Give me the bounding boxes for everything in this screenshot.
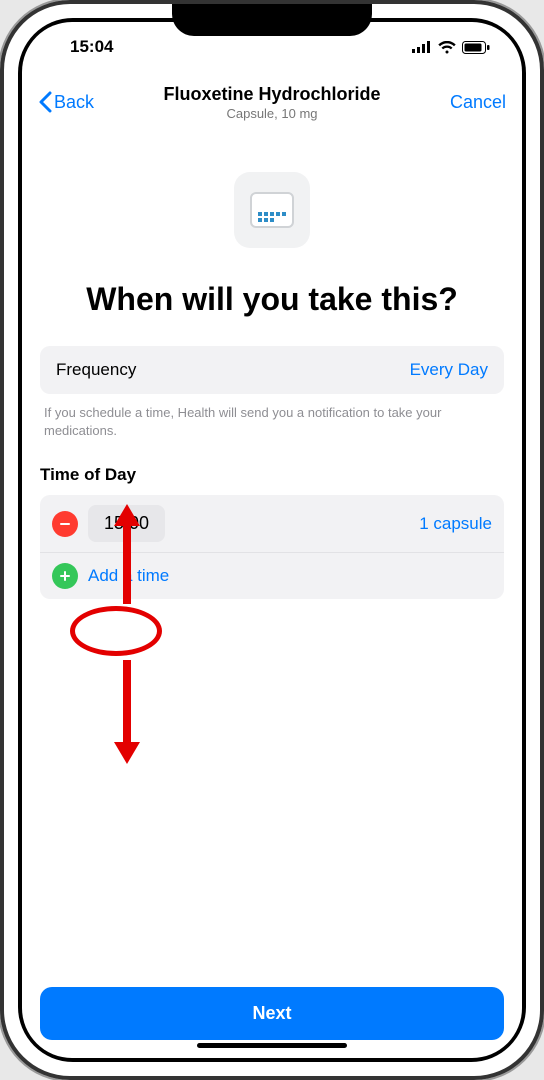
time-row: 15:00 1 capsule xyxy=(40,495,504,552)
home-indicator[interactable] xyxy=(197,1043,347,1048)
page-subtitle: Capsule, 10 mg xyxy=(94,106,450,121)
prompt-heading: When will you take this? xyxy=(40,280,504,318)
device-bezel: 15:04 Back xyxy=(18,18,526,1062)
navigation-bar: Back Fluoxetine Hydrochloride Capsule, 1… xyxy=(22,72,522,132)
minus-icon xyxy=(58,517,72,531)
cellular-signal-icon xyxy=(412,41,432,53)
status-right xyxy=(412,41,490,54)
plus-icon xyxy=(58,569,72,583)
frequency-row[interactable]: Frequency Every Day xyxy=(40,346,504,394)
hero-icon-wrap xyxy=(40,172,504,248)
back-label: Back xyxy=(54,92,94,113)
frequency-label: Frequency xyxy=(56,360,136,380)
nav-title-block: Fluoxetine Hydrochloride Capsule, 10 mg xyxy=(94,84,450,121)
calendar-hero-icon xyxy=(234,172,310,248)
screen: 15:04 Back xyxy=(22,22,522,1058)
page-title: Fluoxetine Hydrochloride xyxy=(94,84,450,105)
next-button[interactable]: Next xyxy=(40,987,504,1040)
battery-icon xyxy=(462,41,490,54)
chevron-left-icon xyxy=(38,91,52,113)
time-of-day-heading: Time of Day xyxy=(40,465,504,485)
annotation-arrow-down-icon xyxy=(112,654,142,764)
time-picker[interactable]: 15:00 xyxy=(88,505,165,542)
back-button[interactable]: Back xyxy=(38,91,94,113)
add-time-label: Add a time xyxy=(88,566,169,586)
device-notch xyxy=(172,4,372,36)
content-area: When will you take this? Frequency Every… xyxy=(22,132,522,969)
annotation-highlight-oval xyxy=(70,606,162,656)
wifi-icon xyxy=(438,41,456,54)
device-frame: 15:04 Back xyxy=(0,0,544,1080)
frequency-value: Every Day xyxy=(410,360,488,380)
add-time-row[interactable]: Add a time xyxy=(40,552,504,599)
time-list: 15:00 1 capsule Add a time xyxy=(40,495,504,599)
cancel-button[interactable]: Cancel xyxy=(450,92,506,113)
dose-value[interactable]: 1 capsule xyxy=(419,514,492,534)
add-time-button[interactable] xyxy=(52,563,78,589)
notification-hint: If you schedule a time, Health will send… xyxy=(40,404,504,439)
status-time: 15:04 xyxy=(70,37,113,57)
remove-time-button[interactable] xyxy=(52,511,78,537)
